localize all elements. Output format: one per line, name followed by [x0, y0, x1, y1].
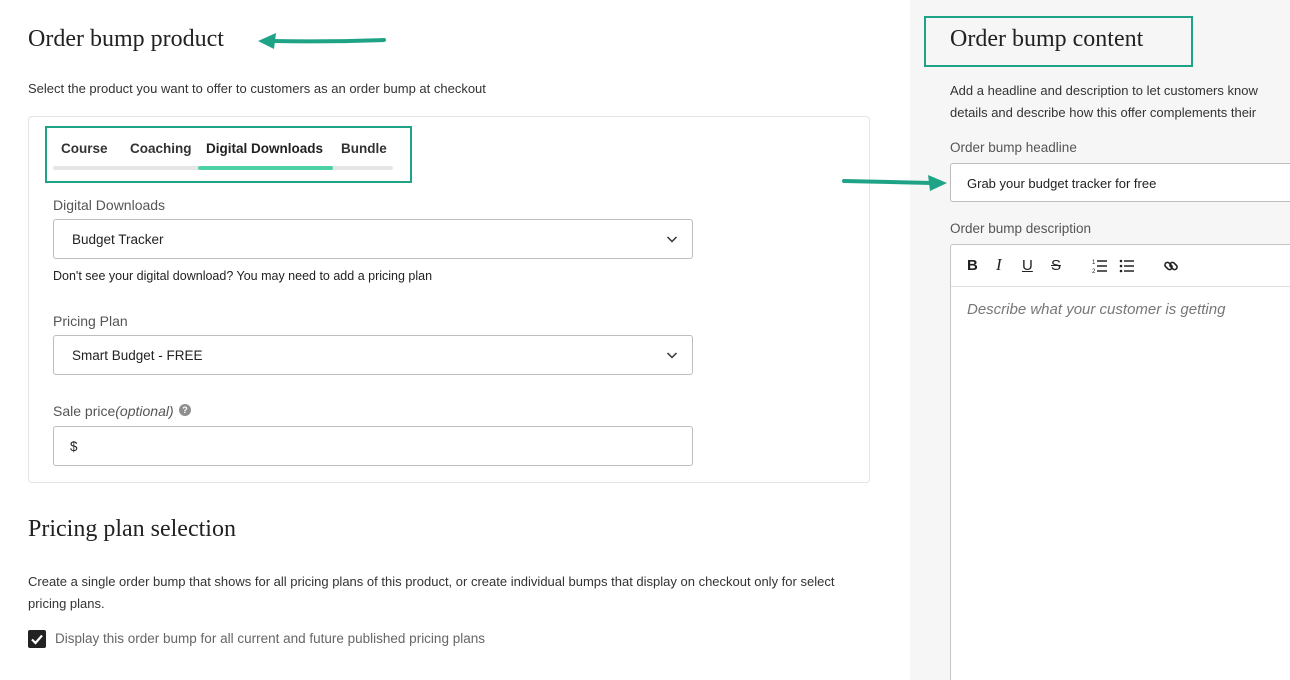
strikethrough-button[interactable]: S	[1051, 257, 1061, 274]
svg-text:2: 2	[1092, 269, 1096, 274]
order-bump-product-title: Order bump product	[28, 26, 224, 52]
description-editor[interactable]: B I U S 1 2 Describe what your customer …	[950, 244, 1290, 680]
digital-downloads-value: Budget Tracker	[72, 232, 164, 247]
chevron-down-icon	[666, 352, 678, 359]
chevron-down-icon	[666, 236, 678, 243]
active-tab-indicator	[198, 166, 333, 170]
order-bump-content-title: Order bump content	[950, 26, 1144, 52]
editor-toolbar: B I U S 1 2	[951, 245, 1290, 287]
pricing-plan-value: Smart Budget - FREE	[72, 348, 203, 363]
tab-digital-downloads[interactable]: Digital Downloads	[206, 141, 323, 156]
all-plans-checkbox-label: Display this order bump for all current …	[55, 631, 485, 646]
annotation-arrow-icon	[258, 33, 386, 49]
tab-bundle[interactable]: Bundle	[341, 141, 387, 156]
content-description-line-2: details and describe how this offer comp…	[950, 105, 1257, 120]
checkmark-icon	[31, 634, 43, 645]
order-bump-content-description: Add a headline and description to let cu…	[950, 80, 1290, 124]
bullet-list-icon[interactable]	[1119, 258, 1135, 274]
annotation-arrow-icon	[842, 175, 947, 191]
bold-button[interactable]: B	[967, 257, 978, 274]
pricing-plan-selection-title: Pricing plan selection	[28, 516, 236, 542]
headline-label: Order bump headline	[950, 140, 1077, 155]
currency-symbol: $	[70, 439, 78, 454]
digital-download-hint: Don't see your digital download? You may…	[53, 269, 433, 283]
sale-price-label-text: Sale price	[53, 403, 116, 419]
sale-price-optional: (optional)	[115, 403, 174, 419]
description-placeholder: Describe what your customer is getting	[967, 301, 1226, 318]
sale-price-label: Sale price(optional)	[53, 403, 174, 419]
svg-text:1: 1	[1092, 260, 1096, 266]
tab-coaching[interactable]: Coaching	[130, 141, 192, 156]
pricing-plan-select[interactable]: Smart Budget - FREE	[53, 335, 693, 375]
ordered-list-icon[interactable]: 1 2	[1092, 258, 1108, 274]
digital-downloads-select[interactable]: Budget Tracker	[53, 219, 693, 259]
pricing-plan-selection-description: Create a single order bump that shows fo…	[28, 574, 835, 611]
sale-price-input[interactable]: $	[53, 426, 693, 466]
tab-course[interactable]: Course	[61, 141, 108, 156]
headline-input[interactable]: Grab your budget tracker for free	[950, 163, 1290, 202]
help-icon[interactable]: ?	[179, 404, 191, 416]
link-icon[interactable]	[1163, 258, 1179, 274]
description-label: Order bump description	[950, 221, 1092, 236]
digital-downloads-label: Digital Downloads	[53, 197, 166, 213]
content-description-line-1: Add a headline and description to let cu…	[950, 83, 1258, 98]
all-plans-checkbox[interactable]	[28, 630, 46, 648]
underline-button[interactable]: U	[1022, 257, 1033, 274]
order-bump-product-subtitle: Select the product you want to offer to …	[28, 81, 486, 96]
headline-input-value: Grab your budget tracker for free	[967, 176, 1157, 191]
pricing-plan-label: Pricing Plan	[53, 313, 128, 329]
italic-button[interactable]: I	[996, 255, 1002, 275]
